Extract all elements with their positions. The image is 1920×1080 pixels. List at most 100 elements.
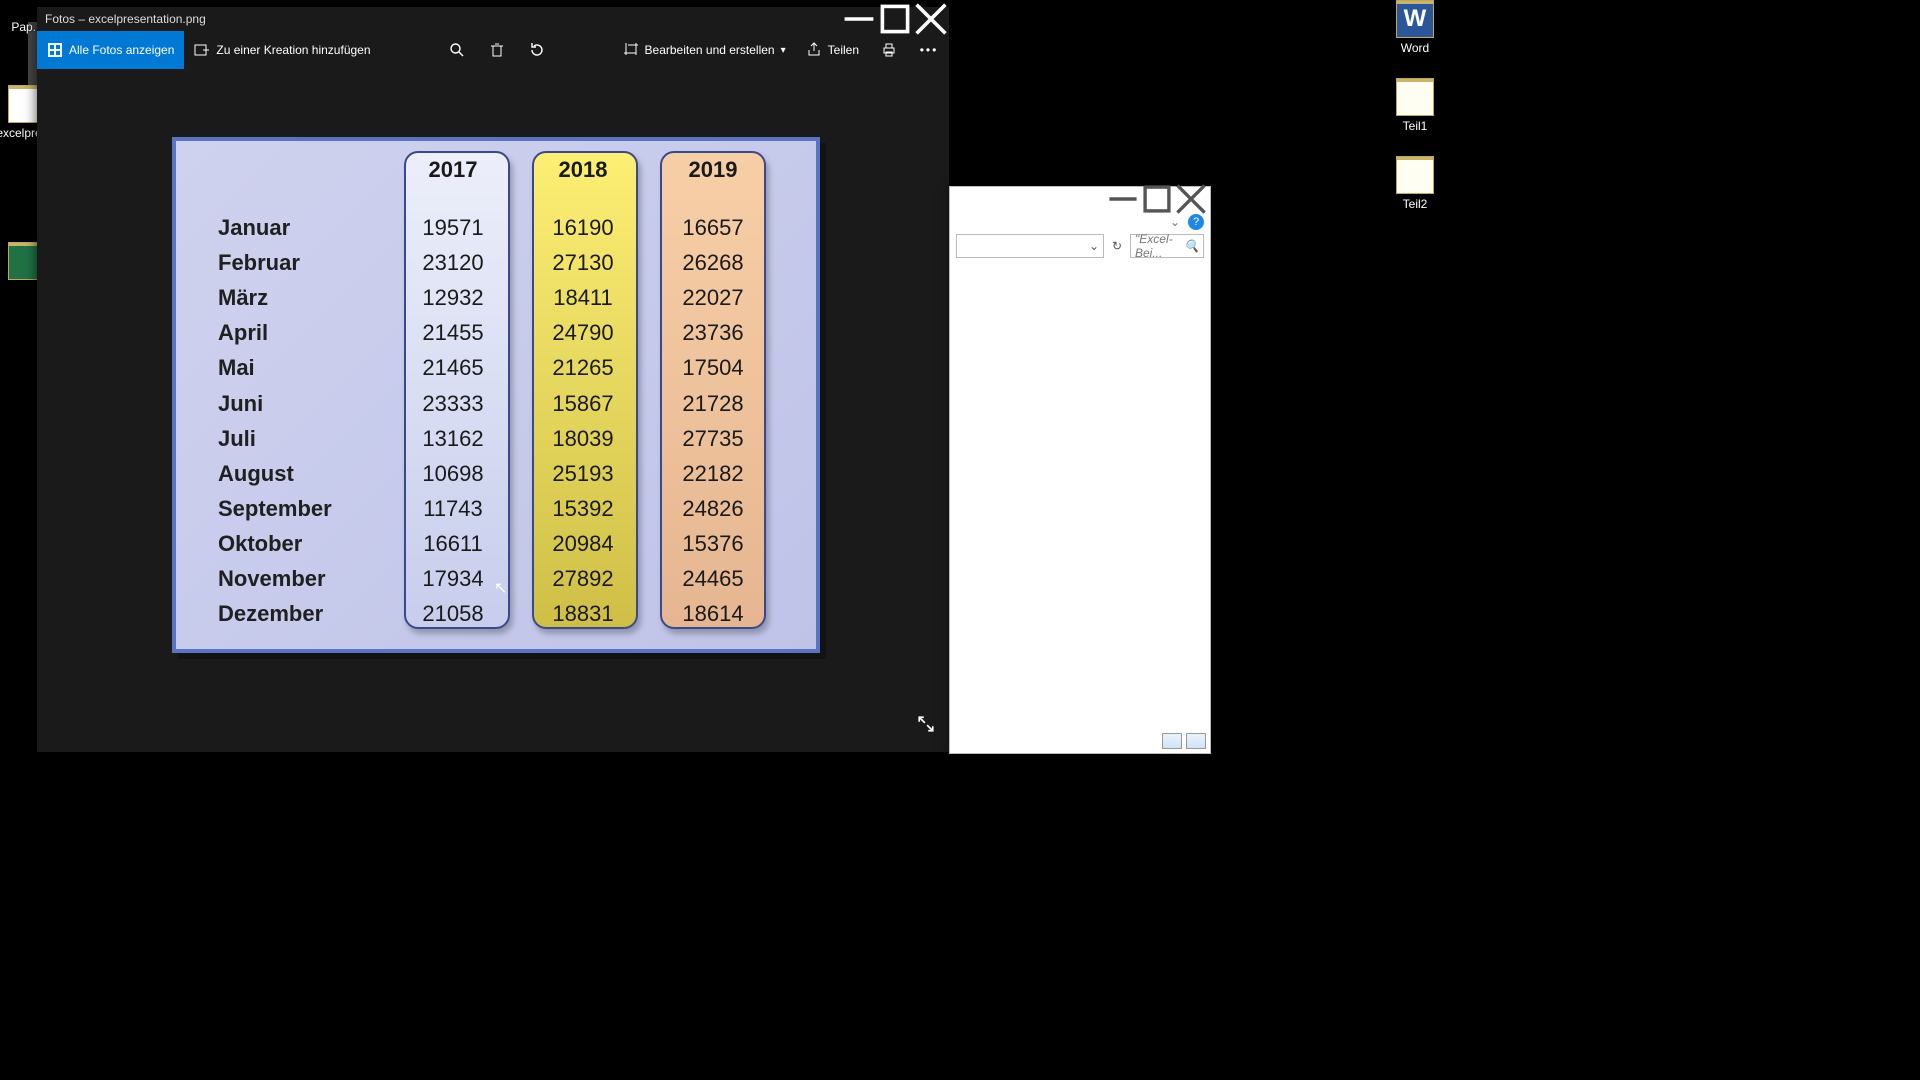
zoom-button[interactable] — [437, 31, 477, 69]
gallery-icon — [47, 42, 63, 58]
chevron-down-icon[interactable]: ⌄ — [1170, 215, 1180, 229]
search-icon: 🔍 — [1184, 239, 1199, 253]
word-app-icon: W — [1396, 0, 1434, 38]
chevron-down-icon[interactable]: ⌄ — [1089, 239, 1099, 253]
data-cell: 24826 — [648, 496, 778, 522]
month-label: April — [218, 320, 388, 346]
data-cell: 22027 — [648, 285, 778, 311]
data-cell: 23120 — [388, 250, 518, 276]
photos-toolbar: Alle Fotos anzeigen Zu einer Kreation hi… — [37, 31, 949, 69]
desktop-icon-teil1[interactable]: Teil1 — [1380, 78, 1450, 133]
data-cell: 23333 — [388, 391, 518, 417]
rotate-button[interactable] — [517, 31, 557, 69]
data-cell: 23736 — [648, 320, 778, 346]
magic-crop-icon — [623, 42, 639, 58]
search-input[interactable]: "Excel-Bei... 🔍 — [1130, 234, 1204, 258]
explorer-titlebar[interactable] — [950, 187, 1210, 211]
minimize-button[interactable] — [1106, 188, 1140, 210]
desktop-icon-teil2[interactable]: Teil2 — [1380, 156, 1450, 211]
data-cell: 20984 — [518, 531, 648, 557]
edit-and-create-label: Bearbeiten und erstellen — [645, 43, 775, 57]
photos-canvas[interactable]: 2017 2018 2019 Januar195711619016657Febr… — [37, 69, 949, 752]
data-cell: 21265 — [518, 355, 648, 381]
maximize-button[interactable] — [877, 7, 913, 31]
month-label: August — [218, 461, 388, 487]
refresh-button[interactable]: ↻ — [1108, 239, 1126, 253]
explorer-address-row: ⌄ ↻ "Excel-Bei... 🔍 — [950, 233, 1210, 259]
breadcrumb[interactable]: ⌄ — [956, 234, 1104, 258]
data-cell: 13162 — [388, 426, 518, 452]
month-label: Januar — [218, 215, 388, 241]
rotate-icon — [529, 42, 545, 58]
data-cell: 24790 — [518, 320, 648, 346]
data-cell: 25193 — [518, 461, 648, 487]
data-cell: 12932 — [388, 285, 518, 311]
all-photos-button[interactable]: Alle Fotos anzeigen — [37, 31, 184, 69]
data-cell: 16611 — [388, 531, 518, 557]
share-button[interactable]: Teilen — [796, 31, 869, 69]
search-icon — [449, 42, 465, 58]
data-cell: 22182 — [648, 461, 778, 487]
data-cell: 26268 — [648, 250, 778, 276]
print-button[interactable] — [869, 31, 909, 69]
data-cell: 21728 — [648, 391, 778, 417]
explorer-window: ⌄ ? ⌄ ↻ "Excel-Bei... 🔍 — [949, 186, 1211, 754]
month-label: Dezember — [218, 601, 388, 627]
close-button[interactable] — [913, 7, 949, 31]
data-cell: 15867 — [518, 391, 648, 417]
year-header: 2017 — [388, 157, 518, 183]
data-cell: 18831 — [518, 601, 648, 627]
photos-window-title: Fotos – excelpresentation.png — [45, 12, 841, 26]
year-header: 2018 — [518, 157, 648, 183]
photos-titlebar[interactable]: Fotos – excelpresentation.png — [37, 7, 949, 31]
excel-presentation-image: 2017 2018 2019 Januar195711619016657Febr… — [172, 137, 820, 653]
data-cell: 15392 — [518, 496, 648, 522]
edit-and-create-button[interactable]: Bearbeiten und erstellen ▾ — [613, 31, 796, 69]
maximize-button[interactable] — [1140, 188, 1174, 210]
desktop-icon-label: Teil2 — [1403, 197, 1428, 211]
ellipsis-icon: ••• — [920, 43, 939, 57]
help-icon[interactable]: ? — [1188, 214, 1204, 230]
data-cell: 21455 — [388, 320, 518, 346]
fullscreen-button[interactable] — [917, 715, 935, 738]
more-button[interactable]: ••• — [909, 31, 949, 69]
search-placeholder: "Excel-Bei... — [1135, 232, 1182, 260]
all-photos-label: Alle Fotos anzeigen — [69, 43, 174, 57]
data-cell: 27130 — [518, 250, 648, 276]
add-collection-icon — [194, 42, 210, 58]
data-cell: 27735 — [648, 426, 778, 452]
data-cell: 17934 — [388, 566, 518, 592]
details-view-button[interactable] — [1162, 733, 1182, 749]
add-to-creation-button[interactable]: Zu einer Kreation hinzufügen — [184, 31, 380, 69]
data-cell: 15376 — [648, 531, 778, 557]
share-icon — [806, 42, 822, 58]
desktop-icon-label: Teil1 — [1403, 119, 1428, 133]
data-cell: 21058 — [388, 601, 518, 627]
close-button[interactable] — [1174, 188, 1208, 210]
data-cell: 27892 — [518, 566, 648, 592]
month-label: September — [218, 496, 388, 522]
desktop-icon-word[interactable]: W Word — [1380, 0, 1450, 55]
share-label: Teilen — [828, 43, 859, 57]
data-cell: 24465 — [648, 566, 778, 592]
month-label: Oktober — [218, 531, 388, 557]
month-label: März — [218, 285, 388, 311]
minimize-button[interactable] — [841, 7, 877, 31]
add-to-creation-label: Zu einer Kreation hinzufügen — [216, 43, 370, 57]
month-label: Juli — [218, 426, 388, 452]
icons-view-button[interactable] — [1186, 733, 1206, 749]
photos-app-window: Fotos – excelpresentation.png Alle Fotos… — [37, 7, 949, 752]
data-cell: 16657 — [648, 215, 778, 241]
data-cell: 17504 — [648, 355, 778, 381]
data-grid: 2017 2018 2019 Januar195711619016657Febr… — [218, 155, 774, 629]
data-cell: 16190 — [518, 215, 648, 241]
print-icon — [881, 42, 897, 58]
chevron-down-icon: ▾ — [781, 45, 786, 56]
data-cell: 18614 — [648, 601, 778, 627]
month-label: Mai — [218, 355, 388, 381]
data-cell: 18411 — [518, 285, 648, 311]
month-label: November — [218, 566, 388, 592]
month-label: Juni — [218, 391, 388, 417]
data-cell: 11743 — [388, 496, 518, 522]
delete-button[interactable] — [477, 31, 517, 69]
